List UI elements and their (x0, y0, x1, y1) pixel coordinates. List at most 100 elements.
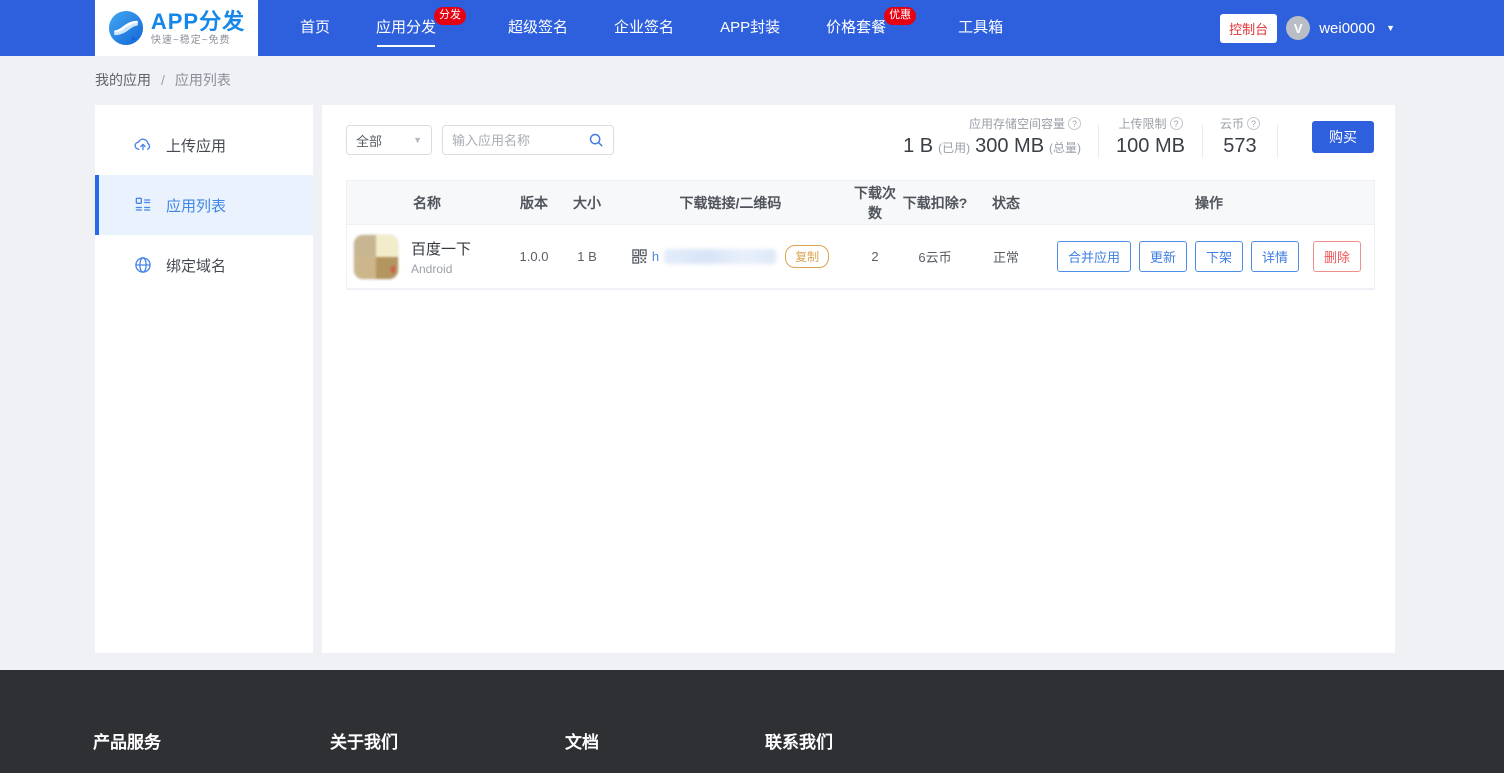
upload-cloud-icon (134, 138, 151, 151)
nav-label: 企业签名 (614, 19, 675, 36)
col-header-actions: 操作 (1195, 194, 1223, 211)
storage-used-value: 1 B (903, 135, 934, 157)
top-navbar: APP分发 快速~稳定~免费 首页 应用分发 分发 超级签名 企业签名 APP封… (0, 0, 1504, 56)
download-count: 2 (871, 249, 879, 264)
sidebar-item-bind-domain[interactable]: 绑定域名 (95, 235, 313, 295)
nav-label: 首页 (300, 19, 331, 36)
footer-heading-contact[interactable]: 联系我们 (765, 728, 833, 753)
cloud-coin-quota: 云币 573 (1220, 115, 1260, 158)
sidebar-item-upload-app[interactable]: 上传应用 (95, 115, 313, 175)
username[interactable]: wei0000 (1319, 20, 1375, 37)
col-header-name: 名称 (413, 194, 441, 211)
app-platform: Android (411, 261, 453, 276)
help-icon[interactable] (1068, 117, 1082, 130)
nav-label: 价格套餐 (826, 19, 887, 36)
chevron-down-icon[interactable]: ▼ (1386, 23, 1395, 33)
app-icon (353, 233, 399, 280)
filter-selected-value: 全部 (356, 133, 383, 149)
logo-tagline: 快速~稳定~免费 (150, 34, 231, 46)
app-version: 1.0.0 (519, 249, 549, 264)
sidebar-item-app-list[interactable]: 应用列表 (95, 175, 313, 235)
storage-quota-label: 应用存储空间容量 (969, 117, 1066, 131)
footer-heading-products[interactable]: 产品服务 (93, 728, 330, 753)
download-deduction: 6云币 (918, 250, 952, 265)
console-button[interactable]: 控制台 (1220, 13, 1278, 43)
status-badge: 正常 (992, 250, 1019, 265)
storage-total-suffix: (总量) (1049, 141, 1082, 155)
app-name: 百度一下 (411, 240, 472, 258)
storage-quota: 应用存储空间容量 1 B (已用) 300 MB (总量) (903, 115, 1082, 158)
breadcrumb-my-apps[interactable]: 我的应用 (95, 70, 151, 90)
avatar[interactable]: V (1286, 16, 1311, 40)
upload-limit-value: 100 MB (1116, 135, 1185, 157)
details-button[interactable]: 详情 (1251, 241, 1300, 272)
main-nav: 首页 应用分发 分发 超级签名 企业签名 APP封装 价格套餐 优惠 工具箱 (296, 0, 1007, 56)
app-list-icon (135, 197, 151, 211)
nav-label: 工具箱 (958, 19, 1004, 36)
storage-total-value: 300 MB (975, 135, 1045, 157)
quota-stats: 应用存储空间容量 1 B (已用) 300 MB (总量) 上传限制 100 M… (903, 115, 1374, 158)
app-logo[interactable]: APP分发 快速~稳定~免费 (95, 0, 258, 56)
upload-limit-quota: 上传限制 100 MB (1116, 115, 1185, 158)
nav-badge-distribution: 分发 (434, 7, 467, 25)
nav-item-enterprise-signature[interactable]: 企业签名 (610, 0, 678, 56)
delete-button[interactable]: 删除 (1313, 241, 1362, 272)
nav-item-super-signature[interactable]: 超级签名 (504, 0, 572, 56)
download-link-redacted[interactable] (664, 249, 777, 264)
sidebar-item-label: 应用列表 (166, 197, 227, 215)
app-table: 名称 版本 大小 下载链接/二维码 下载次数 下载扣除? 状态 操作 百度一下 … (346, 180, 1375, 290)
cloud-coin-value: 573 (1223, 135, 1257, 157)
logo-swirl-icon (108, 10, 143, 46)
divider (1277, 124, 1278, 158)
logo-title: APP分发 (150, 8, 246, 34)
col-header-download-link: 下载链接/二维码 (679, 194, 782, 211)
help-icon[interactable] (1169, 117, 1183, 130)
row-actions: 合并应用 更新 下架 详情 删除 (1044, 241, 1374, 272)
nav-item-toolbox[interactable]: 工具箱 (954, 0, 1007, 56)
cloud-coin-label: 云币 (1219, 117, 1244, 131)
app-search-box (442, 125, 614, 155)
footer-heading-about[interactable]: 关于我们 (330, 728, 565, 753)
nav-item-app-packaging[interactable]: APP封装 (716, 0, 784, 56)
footer-heading-docs[interactable]: 文档 (565, 728, 765, 753)
buy-button[interactable]: 购买 (1312, 120, 1374, 153)
table-header-row: 名称 版本 大小 下载链接/二维码 下载次数 下载扣除? 状态 操作 (347, 181, 1374, 225)
breadcrumb: 我的应用 / 应用列表 (95, 56, 231, 104)
nav-item-pricing[interactable]: 价格套餐 优惠 (822, 0, 917, 56)
copy-link-button[interactable]: 复制 (785, 245, 830, 268)
table-row: 百度一下 Android 1.0.0 1 B h 复制 2 6云币 正常 合并应… (347, 225, 1374, 289)
col-header-downloads: 下载次数 (854, 184, 896, 221)
unpublish-button[interactable]: 下架 (1194, 241, 1243, 272)
col-header-deduction: 下载扣除? (902, 194, 968, 211)
sidebar: 上传应用 应用列表 绑定域名 (95, 105, 313, 653)
app-size: 1 B (577, 249, 597, 264)
col-header-version: 版本 (520, 194, 548, 211)
active-tab-underline (377, 45, 436, 47)
col-header-status: 状态 (992, 194, 1020, 211)
sidebar-item-label: 上传应用 (166, 137, 227, 155)
search-icon[interactable] (588, 132, 604, 148)
breadcrumb-separator: / (161, 72, 165, 88)
page-footer: 产品服务 关于我们 文档 联系我们 (0, 670, 1504, 773)
category-filter-select[interactable]: 全部 ▼ (346, 125, 432, 155)
header-user-area: 控制台 V wei0000 ▼ (1220, 0, 1395, 56)
chevron-down-icon: ▼ (413, 135, 422, 145)
download-link-cell: h 复制 (613, 245, 848, 268)
nav-label: 应用分发 (376, 19, 437, 36)
nav-label: APP封装 (720, 19, 781, 36)
nav-item-home[interactable]: 首页 (296, 0, 334, 56)
nav-item-app-distribution[interactable]: 应用分发 分发 (372, 0, 467, 56)
update-button[interactable]: 更新 (1138, 241, 1187, 272)
breadcrumb-app-list: 应用列表 (174, 72, 231, 88)
nav-label: 超级签名 (508, 19, 569, 36)
divider (1201, 124, 1203, 158)
nav-badge-discount: 优惠 (884, 7, 917, 25)
upload-limit-label: 上传限制 (1118, 117, 1167, 131)
merge-app-button[interactable]: 合并应用 (1056, 241, 1131, 272)
col-header-size: 大小 (573, 194, 601, 211)
app-list-panel: 全部 ▼ 应用存储空间容量 1 B (已用) 300 MB (总量) 上传限制 (322, 105, 1395, 653)
search-input[interactable] (452, 132, 588, 148)
help-icon[interactable] (1247, 117, 1260, 130)
qr-code-icon[interactable] (632, 249, 647, 264)
divider (1098, 124, 1100, 158)
